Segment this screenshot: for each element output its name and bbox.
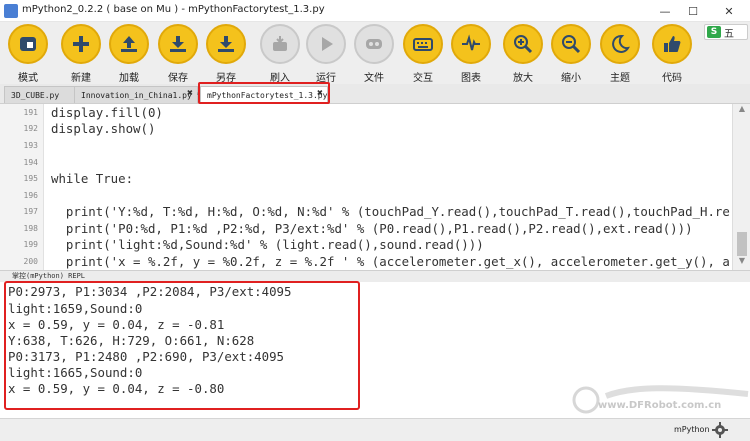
code-line: 194: [0, 154, 732, 170]
zoom-in-icon: [503, 24, 543, 64]
tab-label: 3D_CUBE.py: [11, 90, 60, 100]
code-line: 199 print('light:%d,Sound:%d' % (light.r…: [0, 236, 732, 252]
watermark-text: www.DFRobot.com.cn: [598, 400, 722, 411]
code-text: print('x = %.2f, y = %0.2f, z = %.2f ' %…: [51, 254, 730, 269]
tab-bar: 3D_CUBE.py Innovation_in_China1.py * ✖ m…: [0, 84, 750, 104]
plotter-button[interactable]: 图表: [446, 24, 496, 84]
run-button[interactable]: 运行: [301, 24, 351, 84]
code-text: display.fill(0): [51, 105, 163, 120]
editor-scrollbar[interactable]: ▲ ▼: [732, 104, 750, 270]
code-line: 198 print('P0:%d, P1:%d ,P2:%d, P3/ext:%…: [0, 220, 732, 236]
zoom-out-icon: [551, 24, 591, 64]
upload-icon: [109, 24, 149, 64]
minimize-button[interactable]: —: [652, 0, 678, 22]
line-number: 192: [23, 124, 38, 133]
tab-close-icon[interactable]: ✖: [187, 88, 193, 99]
zoom-out-button[interactable]: 缩小: [546, 24, 596, 84]
code-text: print('P0:%d, P1:%d ,P2:%d, P3/ext:%d' %…: [51, 221, 693, 236]
status-bar: mPython: [0, 418, 750, 441]
play-icon: [306, 24, 346, 64]
code-text: print('Y:%d, T:%d, H:%d, O:%d, N:%d' % (…: [51, 204, 730, 219]
code-text: print('light:%d,Sound:%d' % (light.read(…: [51, 237, 484, 252]
code-line: 193: [0, 137, 732, 153]
window-title-bar: mPython2_0.2.2 ( base on Mu ) - mPythonF…: [0, 0, 750, 22]
save-label: 保存: [168, 73, 188, 84]
download-icon: [158, 24, 198, 64]
tab-label: Innovation_in_China1.py *: [81, 90, 202, 100]
repl-button[interactable]: 交互: [398, 24, 448, 84]
gear-icon[interactable]: [712, 422, 728, 438]
maximize-button[interactable]: ☐: [680, 0, 706, 22]
toolbar: 模式 新建 加载 保存 另存 刷入 运行 文件 交互 图表 放大 缩小 主题 代…: [0, 22, 750, 84]
line-number: 197: [23, 207, 38, 216]
line-number: 191: [23, 108, 38, 117]
line-number: 196: [23, 191, 38, 200]
keyboard-icon: [403, 24, 443, 64]
scroll-up-icon[interactable]: ▲: [733, 104, 750, 118]
theme-button[interactable]: 主题: [595, 24, 645, 84]
ime-label: 五: [724, 28, 734, 40]
code-label: 代码: [662, 73, 682, 84]
mode-indicator: mPython: [674, 425, 710, 434]
code-line: 192 display.show(): [0, 120, 732, 136]
code-editor[interactable]: 191 display.fill(0) 192 display.show() 193…: [0, 104, 750, 270]
close-window-button[interactable]: ✕: [708, 0, 750, 22]
scroll-down-icon[interactable]: ▼: [733, 256, 750, 270]
moon-icon: [600, 24, 640, 64]
line-number: 200: [23, 257, 38, 266]
mode-button[interactable]: 模式: [3, 24, 53, 84]
save-as-icon: [206, 24, 246, 64]
line-number: 193: [23, 141, 38, 150]
line-number: 198: [23, 224, 38, 233]
thumbs-up-icon: [652, 24, 692, 64]
zoom-out-label: 缩小: [561, 73, 581, 84]
line-number: 194: [23, 158, 38, 167]
save-button[interactable]: 保存: [153, 24, 203, 84]
repl-highlight: [4, 281, 360, 410]
active-tab-highlight: [198, 82, 330, 104]
code-line: 191 display.fill(0): [0, 104, 732, 120]
code-line: 196: [0, 187, 732, 203]
theme-label: 主题: [610, 73, 630, 84]
code-line: 195 while True:: [0, 170, 732, 186]
new-button[interactable]: 新建: [56, 24, 106, 84]
app-icon: [4, 4, 18, 18]
scrollbar-thumb[interactable]: [737, 232, 747, 256]
save-as-button[interactable]: 另存: [201, 24, 251, 84]
flash-icon: [260, 24, 300, 64]
window-title: mPython2_0.2.2 ( base on Mu ) - mPythonF…: [22, 4, 325, 15]
code-text: display.show(): [51, 121, 156, 136]
files-button[interactable]: 文件: [349, 24, 399, 84]
chart-pulse-icon: [451, 24, 491, 64]
line-number: 199: [23, 240, 38, 249]
ime-indicator[interactable]: S 五: [704, 24, 748, 40]
load-label: 加载: [119, 73, 139, 84]
files-label: 文件: [364, 73, 384, 84]
zoom-in-button[interactable]: 放大: [498, 24, 548, 84]
plus-icon: [61, 24, 101, 64]
tab-innovation[interactable]: Innovation_in_China1.py * ✖: [74, 86, 202, 103]
ime-logo-icon: S: [707, 26, 721, 38]
code-line: 197 print('Y:%d, T:%d, H:%d, O:%d, N:%d'…: [0, 203, 732, 219]
plotter-label: 图表: [461, 73, 481, 84]
code-text: while True:: [51, 171, 134, 186]
new-label: 新建: [71, 73, 91, 84]
load-button[interactable]: 加载: [104, 24, 154, 84]
repl-label: 交互: [413, 73, 433, 84]
files-icon: [354, 24, 394, 64]
code-line: 200 print('x = %.2f, y = %0.2f, z = %.2f…: [0, 253, 732, 269]
flash-button[interactable]: 刷入: [255, 24, 305, 84]
mode-icon: [8, 24, 48, 64]
code-button[interactable]: 代码: [647, 24, 697, 84]
mode-label: 模式: [18, 73, 38, 84]
line-number: 195: [23, 174, 38, 183]
zoom-in-label: 放大: [513, 73, 533, 84]
